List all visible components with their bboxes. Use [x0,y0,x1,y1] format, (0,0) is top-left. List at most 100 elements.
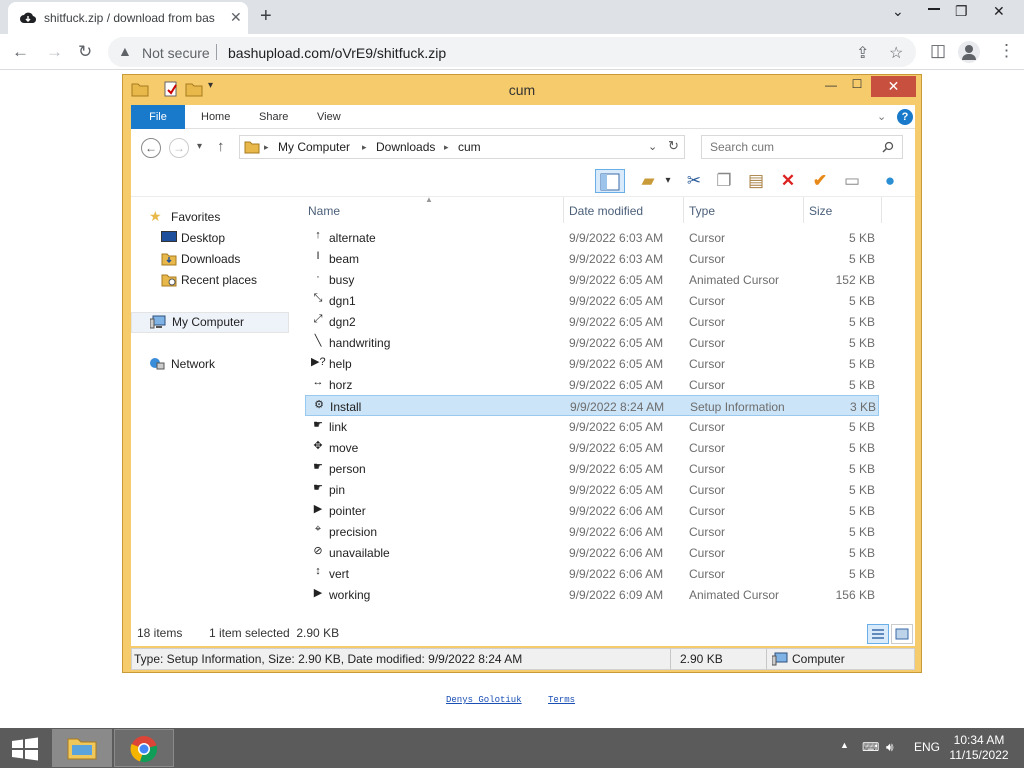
warning-triangle-icon[interactable]: ▲ [118,43,132,59]
url-text[interactable]: bashupload.com/oVrE9/shitfuck.zip [228,45,446,61]
column-divider[interactable] [881,197,882,223]
column-divider[interactable] [563,197,564,223]
folder-options-icon[interactable]: ▰ [635,169,661,193]
breadcrumb-my-computer[interactable]: My Computer [278,140,350,154]
globe-icon[interactable]: ● [877,169,903,193]
address-dropdown-icon[interactable]: ⌄ [648,140,657,153]
side-panel-icon[interactable]: ◫ [930,41,946,61]
recent-locations-icon[interactable]: ▾ [197,141,202,152]
details-view-button[interactable] [867,624,889,644]
column-size[interactable]: Size [809,204,832,218]
nav-network[interactable]: Network [131,354,289,375]
large-icons-view-button[interactable] [891,624,913,644]
nav-recent-places[interactable]: Recent places [131,270,289,291]
nav-desktop[interactable]: Desktop [131,228,289,249]
tab-file[interactable]: File [131,105,185,129]
file-type: Animated Cursor [689,588,780,602]
nav-my-computer[interactable]: My Computer [131,312,289,333]
breadcrumb-downloads[interactable]: Downloads [376,140,435,154]
column-divider[interactable] [803,197,804,223]
network-tray-icon[interactable]: ⌨ [862,740,879,754]
help-icon[interactable]: ? [897,109,913,125]
close-browser-button[interactable]: ✕ [993,3,1005,20]
volume-icon[interactable]: 🔊︎ [886,740,894,755]
expand-ribbon-icon[interactable]: ⌄ [877,110,886,123]
file-row[interactable]: ↔ horz 9/9/2022 6:05 AM Cursor 5 KB [305,374,879,395]
delete-icon[interactable]: ✕ [775,169,801,193]
column-date-modified[interactable]: Date modified [569,204,643,218]
file-row[interactable]: ↕ vert 9/9/2022 6:06 AM Cursor 5 KB [305,563,879,584]
file-row[interactable]: ☛ person 9/9/2022 6:05 AM Cursor 5 KB [305,458,879,479]
refresh-icon[interactable]: ↻ [668,138,679,154]
breadcrumb-chevron-icon[interactable]: ▸ [444,142,449,153]
back-arrow-icon[interactable]: ← [12,42,29,62]
search-box[interactable]: Search cum [701,135,903,159]
forward-arrow-icon[interactable]: → [46,42,63,62]
address-bar[interactable]: ▲ Not secure bashupload.com/oVrE9/shitfu… [108,37,916,67]
column-name[interactable]: Name [308,204,340,218]
tab-search-chevron-icon[interactable]: ⌄ [892,3,904,20]
search-input[interactable]: Search cum [710,140,774,154]
window-close-button[interactable]: ✕ [871,76,916,97]
language-indicator[interactable]: ENG [914,740,940,754]
search-icon[interactable] [882,141,894,153]
terms-link[interactable]: Terms [548,695,575,705]
address-box[interactable]: ▸ My Computer ▸ Downloads ▸ cum ⌄ ↻ [239,135,685,159]
rename-icon[interactable]: ▭ [839,169,865,193]
system-clock[interactable]: 10:34 AM 11/15/2022 [944,733,1014,763]
tab-home[interactable]: Home [201,111,230,123]
file-row[interactable]: ↑ alternate 9/9/2022 6:03 AM Cursor 5 KB [305,227,879,248]
file-row[interactable]: ⊘ unavailable 9/9/2022 6:06 AM Cursor 5 KB [305,542,879,563]
folder-options-dropdown-icon[interactable]: ▾ [661,169,675,193]
window-maximize-button[interactable]: ☐ [843,77,871,97]
file-row[interactable]: ⚙ Install 9/9/2022 8:24 AM Setup Informatio… [305,395,879,416]
properties-check-icon[interactable]: ✔ [807,169,833,193]
breadcrumb-chevron-icon[interactable]: ▸ [362,142,367,153]
file-row[interactable]: ⌖ precision 9/9/2022 6:06 AM Cursor 5 KB [305,521,879,542]
file-row[interactable]: ▶ working 9/9/2022 6:09 AM Animated Cursor 1… [305,584,879,605]
nav-favorites[interactable]: ★ Favorites [131,207,289,228]
file-row[interactable]: ✥ move 9/9/2022 6:05 AM Cursor 5 KB [305,437,879,458]
file-row[interactable]: ⤡ dgn1 9/9/2022 6:05 AM Cursor 5 KB [305,290,879,311]
bookmark-star-icon[interactable]: ☆ [889,43,903,63]
file-row[interactable]: ☛ link 9/9/2022 6:05 AM Cursor 5 KB [305,416,879,437]
taskbar-file-explorer[interactable] [52,729,112,767]
file-row[interactable]: Ibeam 9/9/2022 6:03 AM Cursor 5 KB [305,248,879,269]
nav-downloads[interactable]: Downloads [131,249,289,270]
tab-close-icon[interactable]: ✕ [230,9,242,26]
not-secure-label[interactable]: Not secure [142,45,210,61]
paste-icon[interactable]: ▤ [743,169,769,193]
back-icon[interactable]: ← [141,138,161,158]
cut-icon[interactable]: ✂ [681,169,707,193]
breadcrumb-cum[interactable]: cum [458,140,481,154]
copy-icon[interactable]: ❐ [711,169,737,193]
share-icon[interactable]: ⇪ [856,43,869,63]
show-hidden-icons-icon[interactable]: ▲ [840,740,849,750]
tab-view[interactable]: View [317,111,341,123]
breadcrumb-chevron-icon[interactable]: ▸ [264,142,269,153]
browser-menu-icon[interactable]: ⋮ [998,41,1015,61]
windows-start-icon[interactable] [10,737,40,761]
profile-avatar-icon[interactable] [958,41,980,63]
new-tab-button[interactable]: + [260,5,272,28]
forward-icon[interactable]: → [169,138,189,158]
author-link[interactable]: Denys Golotiuk [446,695,522,705]
up-arrow-icon[interactable]: ↑ [217,138,225,155]
preview-pane-icon[interactable] [595,169,625,193]
explorer-titlebar[interactable]: ▾ cum — ☐ ✕ [123,75,921,103]
column-type[interactable]: Type [689,204,715,218]
tab-share[interactable]: Share [259,111,288,123]
minimize-button[interactable] [928,8,940,10]
file-row[interactable]: ▶ pointer 9/9/2022 6:06 AM Cursor 5 KB [305,500,879,521]
file-row[interactable]: ▶? help 9/9/2022 6:05 AM Cursor 5 KB [305,353,879,374]
file-row[interactable]: ╲ handwriting 9/9/2022 6:05 AM Cursor 5 KB [305,332,879,353]
column-divider[interactable] [683,197,684,223]
file-row[interactable]: ☛ pin 9/9/2022 6:05 AM Cursor 5 KB [305,479,879,500]
restore-button[interactable]: ❐ [955,3,968,20]
window-minimize-button[interactable]: — [817,78,845,98]
taskbar-chrome[interactable] [114,729,174,767]
file-row[interactable]: ⤢ dgn2 9/9/2022 6:05 AM Cursor 5 KB [305,311,879,332]
reload-icon[interactable]: ↻ [78,42,92,62]
browser-tab[interactable]: shitfuck.zip / download from bas ✕ [8,2,248,34]
file-row[interactable]: · busy 9/9/2022 6:05 AM Animated Cursor 152 … [305,269,879,290]
